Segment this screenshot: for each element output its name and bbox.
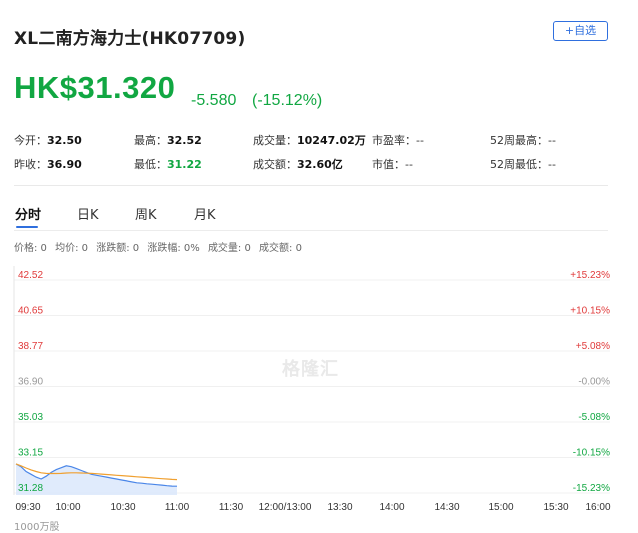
stat-label: 成交量： [253, 134, 297, 147]
tab-monthly-k[interactable]: 月K [194, 204, 216, 223]
x-tick-label: 15:00 [488, 502, 513, 513]
stat-low: 最低：31.22 [134, 156, 202, 172]
current-price: HK$31.320 [14, 70, 176, 105]
stat-value: -- [405, 158, 413, 171]
stat-value: 31.22 [167, 158, 202, 171]
y-tick-label: 36.90 [18, 377, 43, 388]
stat-value: 32.52 [167, 134, 202, 147]
stat-high: 最高：32.52 [134, 132, 202, 148]
x-tick-label: 11:30 [219, 502, 244, 513]
y-tick-label-pct: +5.08% [576, 341, 610, 352]
stat-label: 昨收： [14, 158, 47, 171]
tab-daily-k[interactable]: 日K [77, 204, 99, 223]
x-tick-label: 09:30 [15, 502, 40, 513]
y-tick-label-pct: +10.15% [570, 306, 610, 317]
stat-open: 今开：32.50 [14, 132, 82, 148]
info-change: 涨跌额: 0 [96, 243, 140, 254]
y-tick-label-pct: -10.15% [573, 448, 610, 459]
x-tick-label: 10:00 [55, 502, 80, 513]
stat-prev-close: 昨收：36.90 [14, 156, 82, 172]
active-tab-indicator [16, 226, 38, 228]
y-tick-label-pct: -0.00% [578, 377, 610, 388]
tab-weekly-k[interactable]: 周K [135, 204, 157, 223]
info-volume: 成交量: 0 [207, 243, 251, 254]
stat-value: 10247.02万 [297, 134, 366, 147]
add-watchlist-button[interactable]: +自选 [553, 21, 608, 41]
info-turnover: 成交额: 0 [259, 243, 302, 254]
stat-value: -- [548, 134, 556, 147]
stat-turnover: 成交额：32.60亿 [253, 156, 343, 172]
x-axis: 09:30 10:00 10:30 11:00 11:30 12:00/13:00 13:3… [15, 502, 610, 513]
divider [14, 230, 608, 231]
x-tick-label: 16:00 [585, 502, 610, 513]
stat-label: 成交额： [253, 158, 297, 171]
stat-label: 最高： [134, 134, 167, 147]
stat-label: 今开： [14, 134, 47, 147]
stat-value: 32.60亿 [297, 158, 343, 171]
y-tick-label: 33.15 [18, 448, 43, 459]
stat-value: -- [548, 158, 556, 171]
crosshair-info-bar: 价格: 0 均价: 0 涨跌额: 0 涨跌幅: 0% 成交量: 0 成交额: 0 [14, 239, 307, 254]
stat-52w-high: 52周最高：-- [490, 132, 556, 148]
stat-label: 52周最低： [490, 158, 548, 171]
divider [14, 185, 608, 186]
y-axis-left: 42.52 40.65 38.77 36.90 35.03 33.15 31.28 [18, 270, 43, 494]
intraday-chart[interactable]: 42.52 40.65 38.77 36.90 35.03 33.15 31.28 +15.… [0, 255, 638, 517]
y-tick-label: 35.03 [18, 412, 43, 423]
stat-market-cap: 市值：-- [372, 156, 413, 172]
x-tick-label: 14:30 [434, 502, 459, 513]
stat-value: 36.90 [47, 158, 82, 171]
price-change-percent: (-15.12%) [252, 92, 323, 109]
info-avg-price: 均价: 0 [55, 243, 89, 254]
info-price: 价格: 0 [14, 243, 47, 254]
x-tick-label: 13:30 [327, 502, 352, 513]
x-tick-label: 15:30 [543, 502, 568, 513]
tab-intraday[interactable]: 分时 [15, 204, 41, 223]
stat-value: -- [416, 134, 424, 147]
stat-label: 52周最高： [490, 134, 548, 147]
stock-title: XL二南方海力士(HK07709) [14, 29, 246, 49]
info-change-pct: 涨跌幅: 0% [147, 243, 200, 254]
stat-label: 市值： [372, 158, 405, 171]
y-tick-label-pct: +15.23% [570, 270, 610, 281]
x-tick-label: 12:00/13:00 [259, 502, 312, 513]
x-tick-label: 11:00 [165, 502, 190, 513]
y-tick-label-pct: -15.23% [573, 483, 610, 494]
y-tick-label: 42.52 [18, 270, 43, 281]
stat-volume: 成交量：10247.02万 [253, 132, 366, 148]
y-tick-label: 31.28 [18, 483, 43, 494]
stat-52w-low: 52周最低：-- [490, 156, 556, 172]
stat-label: 最低： [134, 158, 167, 171]
volume-unit-label: 1000万股 [14, 522, 60, 533]
stat-label: 市盈率： [372, 134, 416, 147]
y-tick-label: 38.77 [18, 341, 43, 352]
y-axis-right: +15.23% +10.15% +5.08% -0.00% -5.08% -10.15% -… [570, 270, 610, 494]
x-tick-label: 10:30 [110, 502, 135, 513]
stat-value: 32.50 [47, 134, 82, 147]
y-tick-label: 40.65 [18, 306, 43, 317]
price-change: -5.580 [191, 92, 237, 109]
x-tick-label: 14:00 [379, 502, 404, 513]
watermark-logo: 格隆汇 [282, 359, 339, 380]
y-tick-label-pct: -5.08% [578, 412, 610, 423]
stat-pe: 市盈率：-- [372, 132, 424, 148]
